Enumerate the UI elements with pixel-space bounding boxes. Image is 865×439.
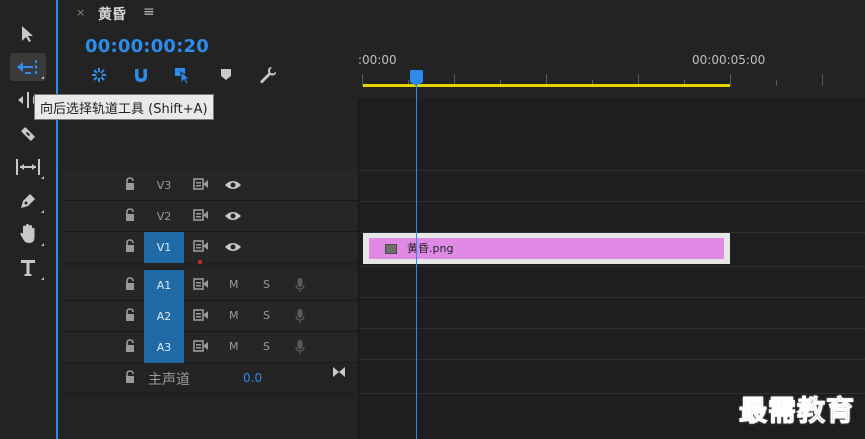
- audio-video-divider: [359, 266, 865, 267]
- lock-icon[interactable]: [124, 339, 136, 353]
- snap-button[interactable]: [129, 64, 153, 86]
- track-divider: [359, 201, 865, 202]
- ruler-tick: [730, 74, 731, 86]
- eye-icon[interactable]: [224, 241, 242, 253]
- track-label[interactable]: V3: [144, 170, 184, 201]
- mute-button[interactable]: M: [229, 309, 239, 322]
- razor-icon: [21, 127, 35, 141]
- track-header-v1[interactable]: V1: [63, 232, 358, 264]
- track-divider: [359, 297, 865, 298]
- clip-v1[interactable]: 黄昏.png: [363, 233, 730, 264]
- track-select-backward-tool[interactable]: [10, 53, 46, 81]
- marker-icon: [221, 69, 231, 80]
- track-header-a3[interactable]: A3 M S: [63, 332, 358, 363]
- wrench-icon: [260, 67, 276, 84]
- hand-tool[interactable]: [10, 220, 46, 248]
- lock-icon[interactable]: [124, 208, 136, 222]
- track-header-v3[interactable]: V3: [63, 170, 358, 201]
- playhead-timecode[interactable]: 00:00:00:20: [85, 36, 209, 57]
- ruler-tick: [776, 80, 777, 86]
- lock-icon[interactable]: [124, 239, 136, 253]
- master-volume-value[interactable]: 0.0: [243, 371, 262, 385]
- add-marker-button[interactable]: [214, 64, 238, 86]
- razor-tool[interactable]: [10, 120, 46, 148]
- watermark-text: 最需教育: [738, 394, 856, 428]
- sync-lock-icon[interactable]: [193, 308, 209, 322]
- eye-icon[interactable]: [224, 210, 242, 222]
- linked-selection-button[interactable]: [171, 64, 195, 86]
- microphone-icon[interactable]: [295, 339, 305, 355]
- lock-icon[interactable]: [124, 370, 136, 384]
- microphone-icon[interactable]: [295, 277, 305, 293]
- track-area[interactable]: [358, 98, 865, 439]
- pen-icon: [21, 194, 35, 208]
- track-target-label[interactable]: A2: [144, 301, 184, 332]
- slip-tool[interactable]: [10, 153, 46, 181]
- type-icon: [21, 260, 35, 276]
- insert-overwrite-nest-button[interactable]: [87, 64, 111, 86]
- track-label[interactable]: V2: [144, 201, 184, 232]
- hand-icon: [20, 224, 35, 243]
- fx-badge-icon: [385, 244, 397, 254]
- bowtie-icon[interactable]: [332, 366, 346, 378]
- tab-close-button[interactable]: ×: [76, 6, 85, 19]
- linked-selection-icon: [175, 68, 192, 84]
- sync-lock-icon[interactable]: [193, 239, 209, 253]
- sync-lock-icon[interactable]: [193, 208, 209, 222]
- microphone-icon[interactable]: [295, 308, 305, 324]
- playhead-handle[interactable]: [410, 70, 423, 86]
- track-target-label[interactable]: A3: [144, 332, 184, 363]
- track-headers: V3 V2 V1 A1 M S A2 M S A3 M S 主声道 0.0: [63, 170, 358, 395]
- pen-tool[interactable]: [10, 187, 46, 215]
- mute-button[interactable]: M: [229, 278, 239, 291]
- ruler-end-label: 00:00:05:00: [692, 53, 766, 67]
- track-target-label[interactable]: V1: [144, 232, 184, 263]
- track-header-a2[interactable]: A2 M S: [63, 301, 358, 332]
- tool-tooltip: 向后选择轨道工具 (Shift+A): [34, 94, 214, 120]
- track-divider: [359, 359, 865, 360]
- panel-menu-button[interactable]: ≡: [143, 4, 155, 20]
- track-divider: [359, 170, 865, 171]
- solo-button[interactable]: S: [263, 278, 270, 291]
- ruler-tick: [822, 74, 823, 86]
- playhead-line[interactable]: [416, 76, 417, 439]
- ruler-start-label: :00:00: [358, 53, 397, 67]
- track-header-master[interactable]: 主声道 0.0: [63, 363, 358, 394]
- track-header-v2[interactable]: V2: [63, 201, 358, 232]
- solo-button[interactable]: S: [263, 340, 270, 353]
- clip-name: 黄昏.png: [407, 242, 454, 255]
- track-target-label[interactable]: A1: [144, 270, 184, 301]
- eye-icon[interactable]: [224, 179, 242, 191]
- track-header-a1[interactable]: A1 M S: [63, 270, 358, 301]
- solo-button[interactable]: S: [263, 309, 270, 322]
- sequence-tab-title[interactable]: 黄昏: [98, 4, 126, 24]
- track-select-backward-icon: [17, 60, 37, 74]
- lock-icon[interactable]: [124, 277, 136, 291]
- slip-icon: [16, 159, 40, 175]
- record-indicator-dot: [198, 260, 202, 264]
- sync-lock-icon[interactable]: [193, 277, 209, 291]
- tools-panel: [0, 0, 57, 439]
- time-ruler[interactable]: :00:00 00:00:05:00: [358, 38, 865, 98]
- timeline-settings-button[interactable]: [256, 64, 280, 86]
- lock-icon[interactable]: [124, 177, 136, 191]
- lock-icon[interactable]: [124, 308, 136, 322]
- selection-tool[interactable]: [10, 20, 46, 48]
- master-track-label: 主声道: [148, 372, 190, 388]
- magnet-icon: [135, 69, 147, 82]
- sync-lock-icon[interactable]: [193, 177, 209, 191]
- snap-icon: [92, 68, 106, 82]
- track-divider: [359, 328, 865, 329]
- type-tool[interactable]: [10, 254, 46, 282]
- arrow-pointer-icon: [22, 26, 33, 42]
- sync-lock-icon[interactable]: [193, 339, 209, 353]
- mute-button[interactable]: M: [229, 340, 239, 353]
- clip-body: 黄昏.png: [369, 238, 724, 259]
